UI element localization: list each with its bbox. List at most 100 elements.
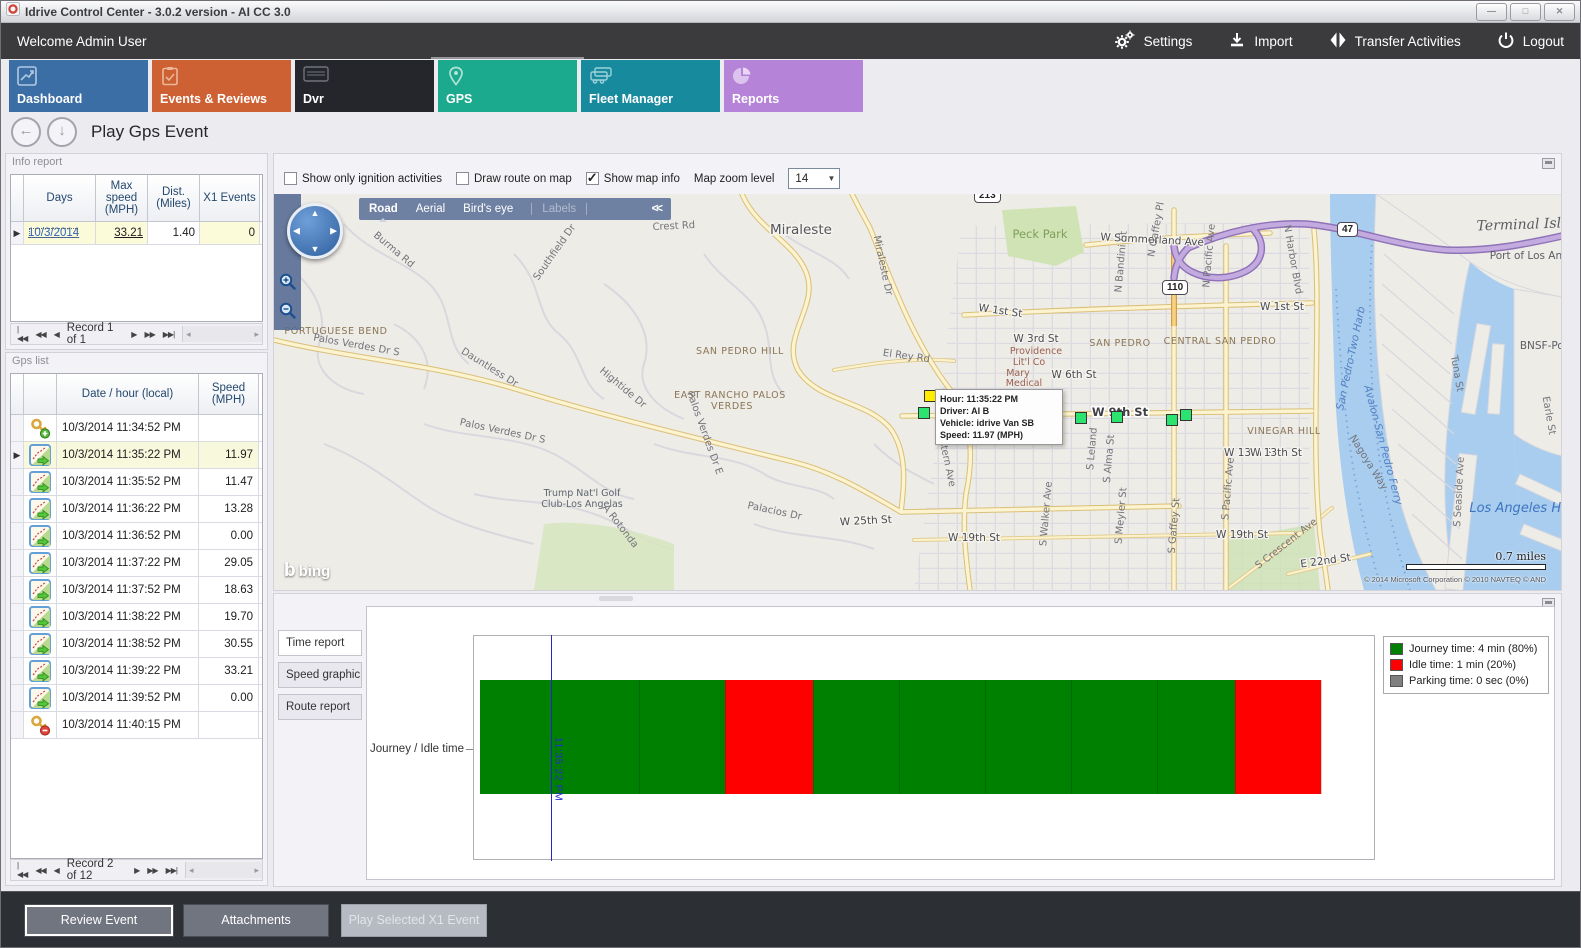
gps-point-marker[interactable] bbox=[1111, 411, 1123, 423]
pan-left-arrow[interactable]: ◀ bbox=[293, 226, 300, 237]
settings-button[interactable]: Settings bbox=[1114, 30, 1193, 53]
pan-down-arrow[interactable]: ▼ bbox=[311, 244, 320, 254]
gps-list-row[interactable]: ▶ 10/3/2014 11:35:22 PM 11.97 bbox=[11, 442, 262, 469]
transfer-activities-button[interactable]: Transfer Activities bbox=[1329, 31, 1461, 52]
col-days[interactable]: Days bbox=[24, 175, 96, 221]
map-style-road[interactable]: Road bbox=[369, 203, 398, 215]
tab-speed-graphic[interactable]: Speed graphic bbox=[278, 662, 362, 688]
close-button[interactable]: ✕ bbox=[1544, 3, 1575, 21]
zoom-in-button[interactable] bbox=[278, 272, 297, 291]
tab-fleet-manager[interactable]: Fleet Manager bbox=[581, 60, 720, 112]
map-style-aerial[interactable]: Aerial bbox=[416, 203, 445, 215]
map-style-labels[interactable]: Labels bbox=[531, 203, 587, 215]
map-style-birdseye[interactable]: Bird's eye bbox=[463, 203, 513, 215]
gps-list-row[interactable]: 10/3/2014 11:36:52 PM 0.00 bbox=[11, 523, 262, 550]
last-record-button[interactable]: ▶▶| bbox=[166, 866, 177, 875]
gps-list-row[interactable]: 10/3/2014 11:37:22 PM 29.05 bbox=[11, 550, 262, 577]
tab-reports[interactable]: Reports bbox=[724, 60, 863, 112]
tab-events-reviews[interactable]: Events & Reviews bbox=[152, 60, 291, 112]
gps-list-row[interactable]: 10/3/2014 11:37:52 PM 18.63 bbox=[11, 577, 262, 604]
collapse-style-bar-button[interactable]: << bbox=[652, 203, 661, 215]
gps-list-row[interactable]: 10/3/2014 11:39:52 PM 0.00 bbox=[11, 685, 262, 712]
gps-point-marker[interactable] bbox=[1075, 412, 1087, 424]
time-cursor-line[interactable] bbox=[551, 635, 552, 861]
map-zoom-value: 14 bbox=[795, 173, 808, 185]
gps-point-marker[interactable] bbox=[1166, 414, 1178, 426]
pan-up-arrow[interactable]: ▲ bbox=[311, 208, 320, 218]
prev-record-button[interactable]: ◀ bbox=[54, 330, 59, 339]
col-x1-events[interactable]: X1 Events bbox=[200, 175, 260, 221]
play-selected-x1-event-button[interactable]: Play Selected X1 Event bbox=[341, 904, 487, 937]
tab-dashboard[interactable]: Dashboard bbox=[9, 60, 148, 112]
gps-list-row[interactable]: 10/3/2014 11:36:22 PM 13.28 bbox=[11, 496, 262, 523]
gps-list-row[interactable]: 10/3/2014 11:38:22 PM 19.70 bbox=[11, 604, 262, 631]
gps-list-row[interactable]: 10/3/2014 11:35:52 PM 11.47 bbox=[11, 469, 262, 496]
gps-point-marker[interactable] bbox=[1180, 409, 1192, 421]
checkbox-box[interactable] bbox=[456, 172, 469, 185]
map-view[interactable]: MiralesteCrest RdBurma RdSouthfield DrMi… bbox=[274, 194, 1561, 590]
tab-time-report[interactable]: Time report bbox=[278, 630, 362, 656]
footer-bar: Review Event Attachments Play Selected X… bbox=[1, 891, 1580, 947]
day-link[interactable]: 10/3/2014 bbox=[28, 227, 79, 239]
horizontal-scrollbar[interactable]: ◂▸ bbox=[182, 326, 262, 342]
pan-right-arrow[interactable]: ▶ bbox=[330, 226, 337, 237]
prev-page-button[interactable]: ◀◀ bbox=[35, 866, 45, 875]
checkbox-box[interactable] bbox=[586, 172, 599, 185]
next-page-button[interactable]: ▶▶ bbox=[147, 866, 157, 875]
draw-route-checkbox[interactable]: Draw route on map bbox=[456, 172, 572, 185]
gps-speed-cell: 18.63 bbox=[199, 577, 259, 603]
gps-record-nav: |◀◀ ◀◀ ◀ Record 2 of 12 ▶ ▶▶ ▶▶| ◂▸ bbox=[10, 859, 263, 881]
next-record-button[interactable]: ▶ bbox=[134, 866, 139, 875]
splitter-handle[interactable] bbox=[599, 596, 633, 601]
tab-route-report[interactable]: Route report bbox=[278, 694, 362, 720]
gps-point-icon bbox=[24, 685, 57, 711]
prev-record-button[interactable]: ◀ bbox=[54, 866, 59, 875]
next-record-button[interactable]: ▶ bbox=[131, 330, 136, 339]
map-zoom-select[interactable]: 14 bbox=[788, 168, 840, 189]
review-event-button[interactable]: Review Event bbox=[24, 904, 174, 937]
show-map-info-checkbox[interactable]: Show map info bbox=[586, 172, 680, 185]
show-ignition-checkbox[interactable]: Show only ignition activities bbox=[284, 172, 442, 185]
gps-list-row[interactable]: 10/3/2014 11:39:22 PM 33.21 bbox=[11, 658, 262, 685]
transfer-activities-label: Transfer Activities bbox=[1355, 34, 1461, 49]
max-speed-value[interactable]: 33.21 bbox=[114, 227, 143, 239]
prev-page-button[interactable]: ◀◀ bbox=[35, 330, 45, 339]
zoom-out-button[interactable] bbox=[278, 301, 297, 320]
last-record-button[interactable]: ▶▶| bbox=[163, 330, 174, 339]
next-page-button[interactable]: ▶▶ bbox=[144, 330, 154, 339]
attachments-button[interactable]: Attachments bbox=[183, 904, 329, 937]
gps-point-icon bbox=[24, 523, 57, 549]
import-button[interactable]: Import bbox=[1228, 31, 1292, 52]
settings-label: Settings bbox=[1144, 34, 1193, 49]
horizontal-scrollbar[interactable]: ◂▸ bbox=[185, 862, 262, 878]
gps-list-row[interactable]: 10/3/2014 11:38:52 PM 30.55 bbox=[11, 631, 262, 658]
gridline bbox=[639, 680, 640, 794]
minimize-button[interactable]: — bbox=[1476, 3, 1507, 21]
map-copyright: © 2014 Microsoft Corporation © 2010 NAVT… bbox=[1364, 575, 1546, 584]
row-indicator: ▶ bbox=[11, 442, 24, 468]
gridline bbox=[985, 680, 986, 794]
first-record-button[interactable]: |◀◀ bbox=[17, 325, 27, 343]
tab-gps-label: GPS bbox=[446, 92, 472, 106]
maximize-button[interactable]: □ bbox=[1510, 3, 1541, 21]
gps-list-row[interactable]: 10/3/2014 11:34:52 PM bbox=[11, 415, 262, 442]
info-report-row[interactable]: ▶ 10/3/2014 33.21 1.40 0 bbox=[11, 222, 262, 245]
back-button[interactable]: ← bbox=[11, 117, 41, 147]
gps-list-panel: Gps list Date / hour (local) Speed (MPH)… bbox=[5, 352, 268, 886]
logout-button[interactable]: Logout bbox=[1497, 31, 1564, 52]
col-speed[interactable]: Speed (MPH) bbox=[199, 374, 259, 414]
gridline bbox=[1157, 680, 1158, 794]
tab-dvr[interactable]: Dvr bbox=[295, 60, 434, 112]
col-date-hour[interactable]: Date / hour (local) bbox=[57, 374, 199, 414]
gps-point-marker[interactable] bbox=[918, 407, 930, 419]
tab-gps[interactable]: GPS bbox=[438, 60, 577, 112]
map-compass[interactable]: ▲ ▼ ◀ ▶ bbox=[287, 203, 343, 259]
row-indicator: ▶ bbox=[11, 222, 24, 244]
col-dist[interactable]: Dist. (Miles) bbox=[148, 175, 200, 221]
gps-date-cell: 10/3/2014 11:34:52 PM bbox=[57, 415, 199, 441]
checkbox-box[interactable] bbox=[284, 172, 297, 185]
gps-list-row[interactable]: 10/3/2014 11:40:15 PM bbox=[11, 712, 262, 739]
down-button[interactable]: ↓ bbox=[47, 117, 77, 147]
first-record-button[interactable]: |◀◀ bbox=[17, 861, 27, 879]
col-max-speed[interactable]: Max speed (MPH) bbox=[96, 175, 148, 221]
